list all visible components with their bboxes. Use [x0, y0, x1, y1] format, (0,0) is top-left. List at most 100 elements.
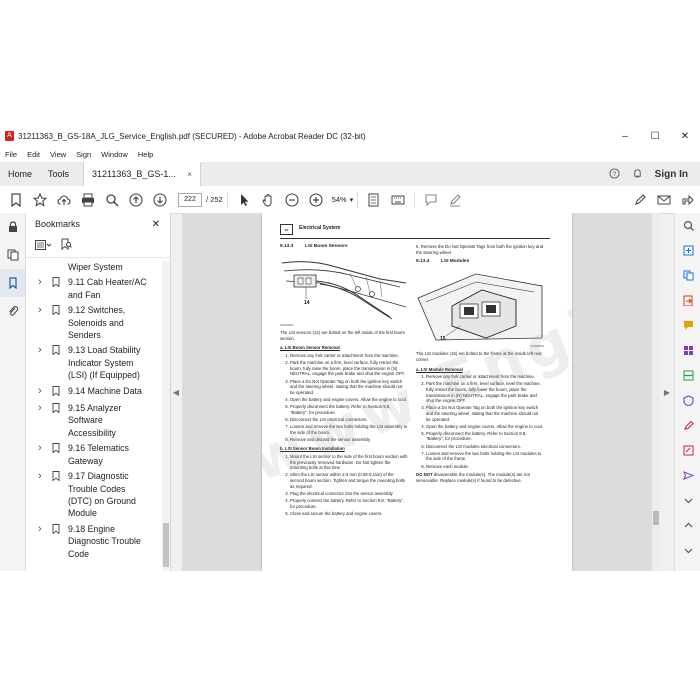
page-number-input[interactable]: 222 — [178, 192, 202, 207]
organize-pages-icon[interactable] — [675, 338, 700, 363]
zoom-out-icon[interactable] — [280, 188, 304, 212]
procedure-step: Open the battery and engine covers. Allo… — [426, 424, 544, 430]
chevron-right-icon[interactable]: › — [26, 304, 52, 316]
print-icon[interactable] — [76, 188, 100, 212]
bookmark-item[interactable]: › 9.12 Switches, Solenoids and Senders — [26, 304, 160, 341]
expand-right-panel-icon[interactable]: ▶ — [663, 377, 671, 407]
combine-files-icon[interactable] — [675, 263, 700, 288]
chevron-right-icon[interactable]: › — [26, 442, 52, 454]
menu-bar: File Edit View Sign Window Help — [0, 147, 700, 162]
section-heading-lsi-boom-sensors: 9.13.3 LSI Boom Sensors — [280, 244, 348, 249]
pen-sign-icon[interactable] — [443, 188, 467, 212]
menu-sign[interactable]: Sign — [71, 150, 96, 159]
find-icon[interactable] — [100, 188, 124, 212]
tab-tools[interactable]: Tools — [40, 162, 77, 186]
chevron-right-icon[interactable]: › — [26, 276, 52, 288]
close-window-button[interactable]: ✕ — [670, 125, 700, 147]
bookmark-item[interactable]: › 9.18 Engine Diagnostic Trouble Code — [26, 523, 160, 560]
comment-tool-icon[interactable] — [675, 313, 700, 338]
previous-page-icon[interactable] — [124, 188, 148, 212]
document-view[interactable]: ▭ Electrical System 9.13.3 LSI Boom Senso… — [182, 213, 660, 571]
find-bookmark-icon[interactable] — [61, 237, 72, 255]
menu-view[interactable]: View — [45, 150, 71, 159]
bookmark-label: 9.13 Load Stability Indicator System (LS… — [68, 345, 141, 381]
procedure-step: Disconnect the LSI electrical connectors… — [290, 417, 408, 423]
expand-icon[interactable] — [675, 513, 700, 538]
bookmarks-panel-icon[interactable] — [0, 269, 25, 297]
notification-bell-icon[interactable] — [632, 168, 643, 181]
close-panel-icon[interactable]: ✕ — [152, 219, 160, 230]
hand-tool-icon[interactable] — [256, 188, 280, 212]
zoom-level[interactable]: 54% — [332, 195, 347, 204]
protect-icon[interactable] — [675, 388, 700, 413]
procedure-step: Place a Do Not Operate Tag on both the i… — [290, 379, 408, 396]
cloud-upload-icon[interactable] — [52, 188, 76, 212]
lsi-module-figure: 15 — [416, 268, 544, 342]
select-cursor-icon[interactable] — [232, 188, 256, 212]
tab-close-icon[interactable]: × — [187, 170, 192, 179]
chevron-right-icon[interactable]: › — [26, 523, 52, 535]
comment-icon[interactable] — [419, 188, 443, 212]
email-icon[interactable] — [652, 188, 676, 212]
tab-bar: Home Tools 31211363_B_GS-1... × ? Sign I… — [0, 162, 700, 187]
carryover-step: 6. Remove the Do Not Operate Tags from b… — [416, 244, 543, 255]
bookmarks-scrollbar[interactable] — [162, 261, 170, 571]
bookmark-item[interactable]: › 9.16 Telematics Gateway — [26, 442, 160, 467]
procedure-step: Properly disconnect the battery. Refer t… — [426, 431, 544, 442]
collapse-left-panel-icon[interactable]: ◀ — [172, 377, 180, 407]
chevron-right-icon[interactable]: › — [26, 385, 52, 397]
procedure-step: Properly connect the battery. Refer to S… — [290, 498, 408, 509]
export-pdf-icon[interactable] — [675, 288, 700, 313]
create-pdf-icon[interactable] — [675, 238, 700, 263]
zoom-in-icon[interactable] — [304, 188, 328, 212]
share-icon[interactable] — [676, 188, 700, 212]
bookmark-item[interactable]: › 9.15 Analyzer Software Accessibility — [26, 402, 160, 439]
bookmark-icon — [52, 402, 68, 416]
bookmark-item[interactable]: Wiper System — [26, 261, 160, 273]
fill-sign-tool-icon[interactable] — [675, 413, 700, 438]
procedure-step: Disconnect the LSI modules electrical co… — [426, 444, 544, 450]
next-page-icon[interactable] — [148, 188, 172, 212]
zoom-dropdown-chevron-icon[interactable]: ▾ — [350, 196, 354, 204]
bookmark-options-icon[interactable] — [35, 237, 53, 255]
menu-window[interactable]: Window — [96, 150, 133, 159]
search-tool-icon[interactable] — [675, 213, 700, 238]
page-display-icon[interactable] — [362, 188, 386, 212]
tab-document[interactable]: 31211363_B_GS-1... × — [83, 162, 202, 186]
keyboard-icon[interactable] — [386, 188, 410, 212]
chevron-right-icon[interactable]: › — [26, 402, 52, 414]
fill-sign-icon[interactable] — [628, 188, 652, 212]
tab-home[interactable]: Home — [0, 162, 40, 186]
bookmark-item[interactable]: › 9.13 Load Stability Indicator System (L… — [26, 344, 160, 381]
page-thumbnails-icon[interactable] — [0, 241, 25, 269]
bookmark-item[interactable]: › 9.14 Machine Data — [26, 385, 160, 399]
sign-in-button[interactable]: Sign In — [655, 169, 688, 180]
bookmark-add-icon[interactable] — [4, 188, 28, 212]
chevron-down-icon[interactable] — [675, 538, 700, 563]
lock-icon[interactable] — [0, 213, 25, 241]
menu-file[interactable]: File — [0, 150, 22, 159]
chevron-right-icon[interactable]: › — [26, 344, 52, 356]
attachments-icon[interactable] — [0, 297, 25, 325]
menu-help[interactable]: Help — [133, 150, 158, 159]
bookmark-item[interactable]: › 9.17 Diagnostic Trouble Codes (DTC) on … — [26, 470, 160, 520]
more-tools-icon[interactable] — [675, 488, 700, 513]
toolbar: 222 / 252 54% ▾ — [0, 186, 700, 214]
star-icon[interactable] — [28, 188, 52, 212]
bookmark-icon — [52, 523, 68, 537]
help-icon[interactable]: ? — [609, 167, 620, 181]
minimize-button[interactable]: – — [610, 125, 640, 147]
acrobat-window: File Edit View Sign Window Help Home Too… — [0, 147, 700, 571]
menu-edit[interactable]: Edit — [22, 150, 45, 159]
installation-steps-list: Mount the LSI sensor to the side of the … — [280, 454, 408, 516]
procedure-step: Park the machine on a firm, level surfac… — [290, 360, 408, 377]
bookmark-icon — [52, 276, 68, 290]
document-scrollbar[interactable] — [652, 213, 660, 571]
maximize-button[interactable]: ☐ — [640, 125, 670, 147]
scan-ocr-icon[interactable] — [675, 363, 700, 388]
bookmark-item[interactable]: › 9.11 Cab Heater/AC and Fan — [26, 276, 160, 301]
window-title: 31211363_B_GS-18A_JLG_Service_English.pd… — [18, 131, 366, 141]
edit-pdf-icon[interactable] — [675, 438, 700, 463]
chevron-right-icon[interactable]: › — [26, 470, 52, 482]
send-for-signature-icon[interactable] — [675, 463, 700, 488]
